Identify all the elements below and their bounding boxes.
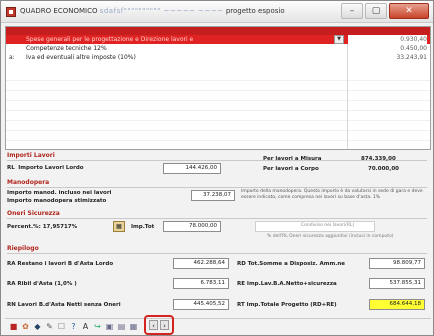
lavori-corpo-label: Per lavori a Corpo <box>263 166 319 172</box>
manodopera-note: Importo della manodopera. Questo importo… <box>241 189 423 200</box>
bottom-toolbar: ■ ✿ ◆ ✎ ☐ ? A ↪ ▣ ▤ ▦ <box>5 318 431 334</box>
riepilogo-right-field[interactable]: 537.855,31 <box>369 278 425 289</box>
close-button[interactable]: ✕ <box>389 3 429 19</box>
row-label: Competenze tecniche 12% <box>26 45 107 52</box>
grid-empty-rows <box>6 71 430 149</box>
quadro-economico-window: QUADRO ECONOMICO sdafsf"""""""""" ~~~~~ … <box>0 0 434 336</box>
grid-row-selected[interactable]: Spese generali per le progettazione e Di… <box>6 35 430 44</box>
panel-icon[interactable]: ▣ <box>104 322 115 332</box>
riepilogo-field[interactable]: 462.288,64 <box>173 258 229 269</box>
riepilogo-field[interactable]: 6.783,11 <box>173 278 229 289</box>
save-icon[interactable]: ■ <box>8 322 19 332</box>
manodopera-field[interactable]: 37.238,07 <box>191 190 235 201</box>
maximize-button[interactable]: ▢ <box>365 3 387 19</box>
importo-lordo-field[interactable]: 144.426,00 <box>163 163 221 174</box>
condiviso-label: Condiviso nei lavori(RL) <box>301 223 355 228</box>
importo-lordo-label: RL Importo Lavori Lordo <box>7 165 84 171</box>
lavori-corpo-value: 70.000,00 <box>368 166 399 172</box>
title-prefix: QUADRO ECONOMICO <box>20 7 98 15</box>
grid-row[interactable]: Competenze tecniche 12% 0.450,00 <box>6 44 430 53</box>
oneri-sicurezza-title: Oneri Sicurezza <box>7 210 60 217</box>
title-suffix: progetto esposio <box>225 7 285 15</box>
minimize-button[interactable]: – <box>341 3 363 19</box>
app-icon <box>6 7 16 17</box>
voci-grid[interactable]: Spese generali per le progettazione e Di… <box>5 26 431 150</box>
imp-tot-field[interactable]: 78.000,00 <box>163 221 221 232</box>
importi-lavori-section: Importi Lavori RL Importo Lavori Lordo 1… <box>5 151 431 177</box>
list-icon[interactable]: ▤ <box>116 322 127 332</box>
undo-icon[interactable]: ↪ <box>92 322 103 332</box>
manodopera-label-2: Importo manodopera stimizzato <box>7 198 107 204</box>
window-title: QUADRO ECONOMICO sdafsf"""""""""" ~~~~~ … <box>20 7 285 15</box>
document-icon[interactable]: ☐ <box>56 322 67 332</box>
grid-header <box>6 27 430 35</box>
row-value: 33.243,91 <box>396 54 427 61</box>
manodopera-section: Manodopera Importo manod. incluso nei la… <box>5 178 431 208</box>
riepilogo-right-field[interactable]: 98.809,77 <box>369 258 425 269</box>
row-marker: a: <box>9 54 15 61</box>
title-bar[interactable]: QUADRO ECONOMICO sdafsf"""""""""" ~~~~~ … <box>1 1 433 23</box>
row-value: 0.450,00 <box>400 45 427 52</box>
chevron-down-icon[interactable]: ▼ <box>334 35 344 44</box>
diamond-icon[interactable]: ◆ <box>32 322 43 332</box>
next-button[interactable]: › <box>160 320 169 330</box>
manodopera-label-1: Importo manod. incluso nei lavori <box>7 190 112 196</box>
riepilogo-label: RA Restano i lavori B d'Asta Lordo <box>7 261 114 267</box>
importi-lavori-title: Importi Lavori <box>7 152 55 159</box>
imp-tot-label: Imp.Tot <box>131 224 155 230</box>
riepilogo-section: Riepilogo RA Restano i lavori B d'Asta L… <box>5 244 431 316</box>
riepilogo-right-label: RE Imp.Lav.B.A.Netto+sicurezza <box>237 281 337 287</box>
divider <box>7 187 427 188</box>
calculator-icon[interactable]: ▦ <box>113 221 125 232</box>
oneri-aggiuntivi-hint: % dell'RL Oneri sicurezza aggiuntivi (in… <box>267 234 394 239</box>
row-value: 0.930,40 <box>348 35 427 44</box>
riepilogo-title: Riepilogo <box>7 245 39 252</box>
oneri-sicurezza-section: Oneri Sicurezza Percent.%: 17,95717% ▦ I… <box>5 209 431 243</box>
divider <box>7 253 427 254</box>
divider <box>7 218 427 219</box>
row-label: Spese generali per le progettazione e Di… <box>26 36 194 43</box>
riepilogo-label: RN Lavori B.d'Asta Netti senza Oneri <box>7 302 121 308</box>
help-icon[interactable]: ? <box>68 322 79 332</box>
edit-icon[interactable]: ✎ <box>44 322 55 332</box>
riepilogo-right-label: RD Tot.Somme a Disposiz. Amm.ne <box>237 261 345 267</box>
title-obscured: sdafsf"""""""""" ~~~~~ ~~~~ <box>99 7 224 15</box>
font-icon[interactable]: A <box>80 322 91 332</box>
previous-button[interactable]: ‹ <box>149 320 158 330</box>
settings-icon[interactable]: ✿ <box>20 322 31 332</box>
percentuale-label: Percent.%: 17,95717% <box>7 224 78 230</box>
lavori-misura-label: Per lavori a Misura <box>263 156 322 162</box>
lavori-misura-value: 874.339,00 <box>361 156 396 162</box>
grid-icon[interactable]: ▦ <box>128 322 139 332</box>
riepilogo-label: RA Ribil d'Asta (1,0% ) <box>7 281 77 287</box>
riepilogo-right-label: RT Imp.Totale Progetto (RD+RE) <box>237 302 337 308</box>
riepilogo-field[interactable]: 445.405,52 <box>173 299 229 310</box>
manodopera-title: Manodopera <box>7 179 50 186</box>
totale-progetto-field[interactable]: 684.644,18 <box>369 299 425 310</box>
row-label: Iva ed eventuali altre imposte (10%) <box>26 54 136 61</box>
grid-row[interactable]: a: Iva ed eventuali altre imposte (10%) … <box>6 53 430 62</box>
